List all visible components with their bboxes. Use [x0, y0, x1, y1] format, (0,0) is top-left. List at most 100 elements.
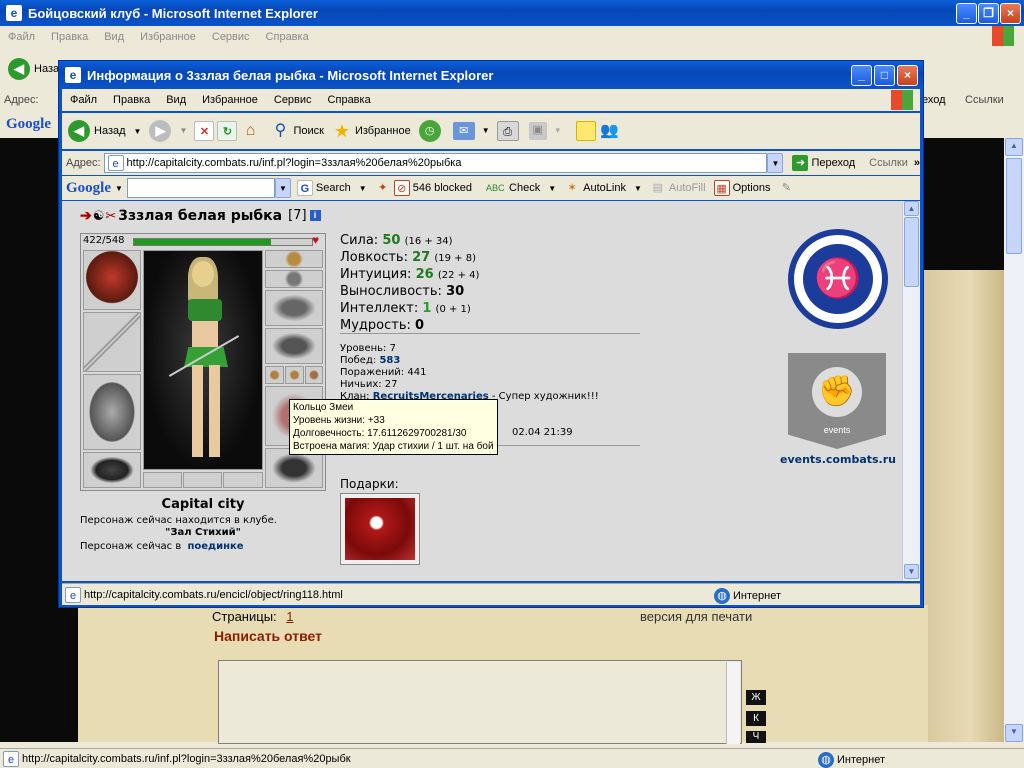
address-dropdown-icon[interactable]: ▼ [767, 153, 784, 173]
reply-textarea-scrollbar[interactable] [726, 662, 740, 744]
dropdown-arrow-icon[interactable]: ▼ [478, 123, 494, 139]
weapon-slot[interactable] [83, 312, 141, 372]
background-status-zone: ◍ Интернет [818, 752, 885, 768]
popup-status-zone: ◍ Интернет [714, 588, 781, 604]
menu-favorites[interactable]: Избранное [132, 31, 204, 43]
gift-item[interactable] [340, 493, 420, 565]
menu-help[interactable]: Справка [258, 31, 317, 43]
go-button[interactable]: ➜ Переход [792, 155, 855, 171]
news-icon[interactable]: ✦ [375, 180, 391, 196]
autofill-button[interactable]: ▤ AutoFill [650, 180, 706, 196]
menu-view[interactable]: Вид [96, 31, 132, 43]
options-button[interactable]: ▦ Options [713, 180, 770, 196]
pocket-slot-2[interactable] [183, 472, 222, 488]
menu-view[interactable]: Вид [158, 94, 194, 106]
close-button[interactable]: × [1000, 3, 1021, 24]
scroll-down-arrow[interactable]: ▼ [1005, 724, 1023, 742]
info-icon[interactable]: i [309, 210, 321, 221]
clan-badge-icon[interactable]: ✂ [105, 208, 116, 224]
print-icon[interactable]: ⎙ [496, 121, 519, 141]
menu-tools[interactable]: Сервис [204, 31, 258, 43]
favorites-button[interactable]: ★ Избранное [332, 121, 411, 141]
menu-edit[interactable]: Правка [43, 31, 96, 43]
dropdown-arrow-icon[interactable]: ▼ [175, 123, 191, 139]
reply-textarea[interactable] [218, 660, 742, 744]
popup-blocked-icon: ⊘ [393, 180, 410, 196]
ring-slot-1[interactable] [265, 366, 284, 384]
menu-favorites[interactable]: Избранное [194, 94, 266, 106]
edit-icon[interactable]: ▣ [528, 122, 547, 140]
dropdown-arrow-icon[interactable]: ▼ [550, 123, 566, 139]
fight-link[interactable]: поединке [187, 541, 243, 552]
menu-help[interactable]: Справка [320, 94, 379, 106]
bracers-slot[interactable] [265, 290, 323, 326]
background-go-label[interactable]: еход [922, 94, 946, 106]
restore-button[interactable]: ❐ [978, 3, 999, 24]
google-search-button[interactable]: G Search ▼ [296, 180, 367, 196]
gloves-slot[interactable] [265, 328, 323, 364]
amulet-slot[interactable] [265, 270, 323, 288]
scroll-thumb[interactable] [1006, 158, 1022, 254]
google-search-input[interactable] [126, 178, 275, 198]
ring-slot-2[interactable] [285, 366, 304, 384]
search-button[interactable]: ⚲ Поиск [270, 121, 324, 141]
menu-file[interactable]: Файл [0, 31, 43, 43]
wins-link[interactable]: 583 [379, 355, 400, 366]
background-scrollbar[interactable]: ▲ ▼ [1004, 138, 1024, 742]
popup-scrollbar[interactable]: ▲ ▼ [902, 201, 920, 581]
pocket-slot-1[interactable] [143, 472, 182, 488]
popup-blocker[interactable]: ⊘ 546 blocked [393, 180, 472, 196]
scroll-thumb[interactable] [904, 217, 919, 287]
scroll-up-arrow[interactable]: ▲ [1005, 138, 1023, 156]
pocket-slot-3[interactable] [223, 472, 263, 488]
popup-close-button[interactable]: × [897, 65, 918, 86]
character-header: ➔ ☯ ✂ 3ззлая белая рыбка [7] i [80, 207, 321, 224]
page-link[interactable]: 1 [286, 609, 293, 624]
bold-button[interactable]: Ж [746, 690, 766, 705]
messenger-icon[interactable]: 👥 [599, 121, 621, 141]
menu-edit[interactable]: Правка [105, 94, 158, 106]
refresh-icon[interactable]: ↻ [217, 121, 238, 141]
scroll-up-arrow[interactable]: ▲ [904, 201, 919, 216]
scroll-down-arrow[interactable]: ▼ [904, 564, 919, 579]
earrings-slot[interactable] [265, 250, 323, 268]
belt-slot[interactable] [83, 452, 141, 488]
highlight-pen-icon[interactable]: ✎ [778, 180, 794, 196]
events-emblem[interactable]: ✊ events [788, 353, 886, 449]
popup-maximize-button[interactable]: □ [874, 65, 895, 86]
print-version-link[interactable]: версия для печати [640, 609, 752, 624]
menu-tools[interactable]: Сервис [266, 94, 320, 106]
alignment-emblem[interactable]: ♓ [788, 229, 888, 329]
mail-icon[interactable]: ✉ [452, 122, 475, 140]
back-arrow-icon[interactable]: ◀ [8, 58, 30, 80]
forward-arrow-icon[interactable]: ▶ [149, 120, 172, 142]
pages-label: Страницы: 1 [212, 609, 294, 624]
google-logo[interactable]: Google [66, 180, 111, 197]
popup-minimize-button[interactable]: _ [851, 65, 872, 86]
popup-toolbar: ◀ Назад ▼ ▶ ▼ ✕ ↻ ⌂ ⚲ Поиск ★ Избранное ◷ ✉ … [62, 113, 920, 149]
search-dropdown-icon[interactable]: ▼ [274, 178, 291, 198]
chevron-right-icon[interactable]: » [914, 157, 920, 169]
gifts-label: Подарки: [340, 477, 399, 491]
ring-slot-3[interactable] [305, 366, 323, 384]
underline-button[interactable]: Ч [746, 731, 766, 743]
registration-date: 02.04 21:39 [512, 427, 573, 438]
spell-check-button[interactable]: ABC Check ▼ [486, 180, 556, 196]
stop-icon[interactable]: ✕ [194, 121, 215, 141]
home-icon[interactable]: ⌂ [240, 121, 260, 141]
minimize-button[interactable]: _ [956, 3, 977, 24]
italic-button[interactable]: К [746, 711, 766, 726]
history-icon[interactable]: ◷ [418, 120, 441, 142]
helmet-slot[interactable] [83, 250, 141, 310]
back-label[interactable]: Наза [34, 63, 59, 75]
dropdown-arrow-icon[interactable]: ▼ [115, 184, 123, 193]
events-link[interactable]: events.combats.ru [780, 453, 896, 466]
autolink-button[interactable]: ✶ AutoLink ▼ [564, 180, 642, 196]
menu-file[interactable]: Файл [62, 94, 105, 106]
note-icon[interactable] [575, 121, 596, 141]
background-links-label[interactable]: Ссылки [965, 94, 1004, 106]
back-button[interactable]: ◀ Назад ▼ [68, 120, 141, 142]
address-input[interactable]: e http://capitalcity.combats.ru/inf.pl?l… [103, 153, 768, 173]
links-label[interactable]: Ссылки [869, 157, 908, 169]
armor-slot[interactable] [83, 374, 141, 450]
